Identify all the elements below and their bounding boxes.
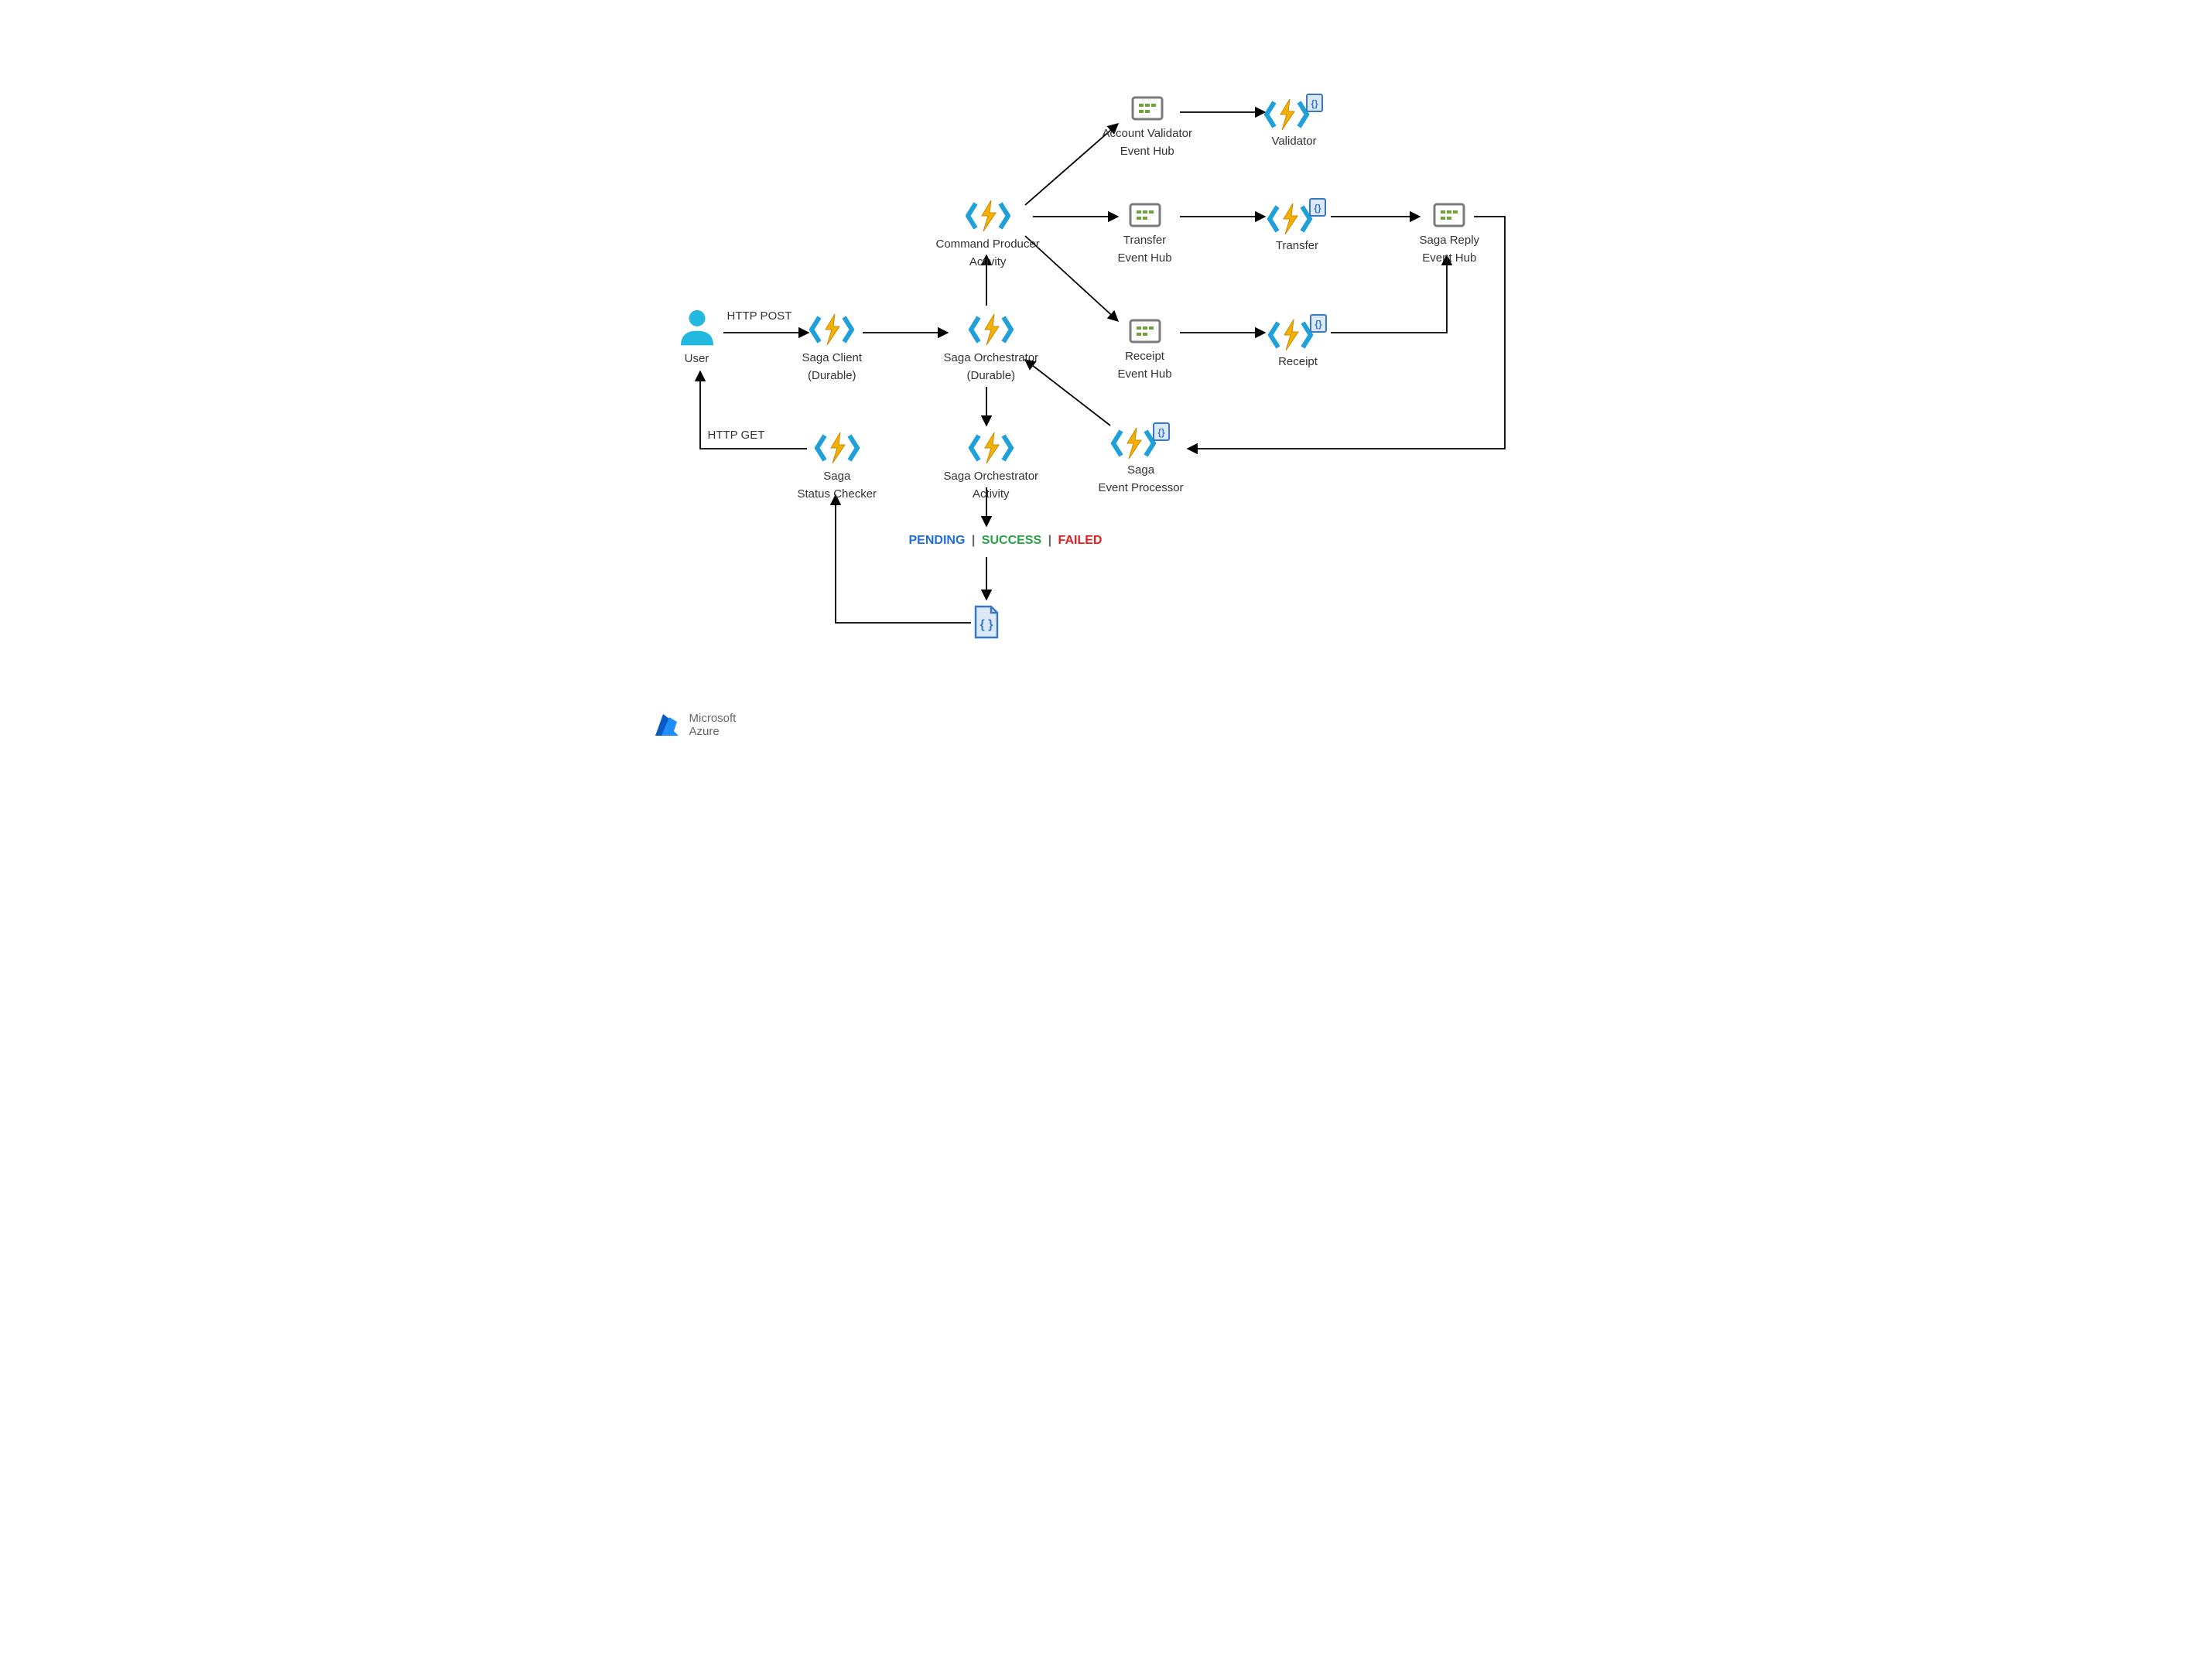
- node-transfer: {} Transfer: [1267, 197, 1328, 254]
- ssc-l2: Status Checker: [798, 487, 877, 502]
- ssc-l1: Saga: [798, 470, 877, 484]
- node-saga-client: Saga Client (Durable): [802, 311, 863, 384]
- diagram-canvas: User HTTP POST HTTP GET Saga Client (Dur…: [592, 0, 1621, 774]
- av-eh-l2: Event Hub: [1103, 145, 1192, 159]
- azure-function-icon: [809, 311, 855, 348]
- status-text: PENDING | SUCCESS | FAILED: [909, 534, 1103, 548]
- edge-http-post: HTTP POST: [727, 309, 792, 323]
- av-eh-l1: Account Validator: [1103, 127, 1192, 142]
- svg-text:{ }: { }: [980, 618, 993, 631]
- saga-orch-l1: Saga Orchestrator: [944, 351, 1039, 366]
- azure-function-icon: [968, 311, 1014, 348]
- sr-eh-l2: Event Hub: [1420, 251, 1480, 266]
- sr-eh-l1: Saga Reply: [1420, 234, 1480, 248]
- azure-function-with-doc-icon: {}: [1267, 197, 1328, 236]
- azure-function-with-doc-icon: {}: [1110, 422, 1172, 460]
- azure-logo-icon: [654, 711, 682, 739]
- event-hub-icon: [1130, 93, 1165, 124]
- azure-logo: Microsoft Azure: [654, 711, 737, 739]
- status-pending: PENDING: [909, 534, 966, 547]
- sep-l1: Saga: [1099, 463, 1184, 478]
- svg-text:{}: {}: [1311, 98, 1318, 109]
- saga-orch-l2: (Durable): [944, 369, 1039, 384]
- tr-eh-l2: Event Hub: [1118, 251, 1172, 266]
- status-success: SUCCESS: [982, 534, 1041, 547]
- rc-eh-l2: Event Hub: [1118, 367, 1172, 382]
- transfer-label: Transfer: [1267, 239, 1328, 254]
- node-transfer-eh: Transfer Event Hub: [1118, 200, 1172, 266]
- saga-client-l1: Saga Client: [802, 351, 863, 366]
- node-validator: {} Validator: [1263, 93, 1325, 149]
- validator-label: Validator: [1263, 135, 1325, 149]
- cmd-prod-l2: Activity: [936, 255, 1040, 270]
- user-icon: [675, 306, 719, 349]
- azure-function-icon: [814, 429, 860, 467]
- soa-l2: Activity: [944, 487, 1039, 502]
- cmd-prod-l1: Command Producer: [936, 238, 1040, 252]
- azure-function-with-doc-icon: {}: [1267, 313, 1329, 352]
- logo-l2: Azure: [689, 725, 737, 738]
- status-failed: FAILED: [1058, 534, 1103, 547]
- node-receipt-eh: Receipt Event Hub: [1118, 316, 1172, 382]
- node-saga-status-checker: Saga Status Checker: [798, 429, 877, 502]
- node-command-producer: Command Producer Activity: [936, 197, 1040, 270]
- rc-eh-l1: Receipt: [1118, 350, 1172, 364]
- sep-l2: Event Processor: [1099, 481, 1184, 496]
- node-saga-orchestrator-activity: Saga Orchestrator Activity: [944, 429, 1039, 502]
- tr-eh-l1: Transfer: [1118, 234, 1172, 248]
- event-hub-icon: [1127, 316, 1163, 347]
- event-hub-icon: [1431, 200, 1467, 231]
- node-cosmos-doc: { }: [971, 603, 1002, 641]
- azure-function-icon: [965, 197, 1011, 234]
- svg-text:{}: {}: [1314, 203, 1321, 214]
- azure-function-icon: [968, 429, 1014, 467]
- node-receipt: {} Receipt: [1267, 313, 1329, 370]
- logo-l1: Microsoft: [689, 712, 737, 725]
- node-account-validator-eh: Account Validator Event Hub: [1103, 93, 1192, 159]
- event-hub-icon: [1127, 200, 1163, 231]
- node-saga-reply-eh: Saga Reply Event Hub: [1420, 200, 1480, 266]
- node-saga-orchestrator: Saga Orchestrator (Durable): [944, 311, 1039, 384]
- saga-client-l2: (Durable): [802, 369, 863, 384]
- edge-http-get: HTTP GET: [708, 429, 765, 442]
- node-user: User: [675, 306, 719, 367]
- document-icon: { }: [971, 603, 1002, 641]
- user-label: User: [675, 352, 719, 367]
- svg-text:{}: {}: [1315, 319, 1322, 330]
- node-saga-event-processor: {} Saga Event Processor: [1099, 422, 1184, 496]
- azure-function-with-doc-icon: {}: [1263, 93, 1325, 132]
- svg-text:{}: {}: [1157, 427, 1165, 438]
- soa-l1: Saga Orchestrator: [944, 470, 1039, 484]
- receipt-label: Receipt: [1267, 355, 1329, 370]
